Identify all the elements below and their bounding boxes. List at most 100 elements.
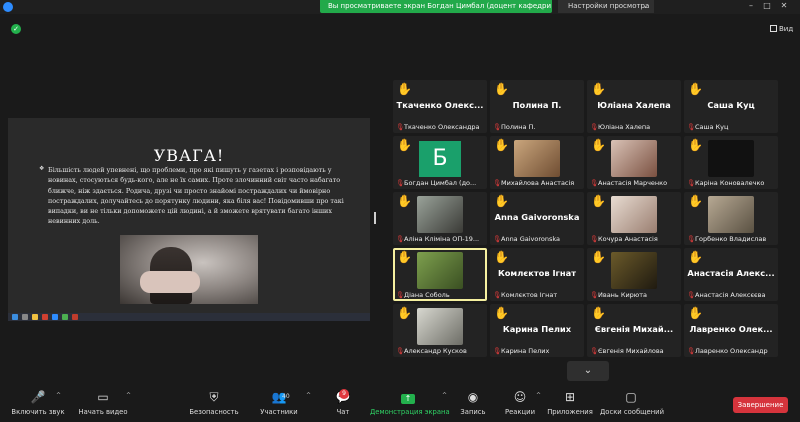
- raised-hand-icon: ✋: [494, 306, 509, 320]
- raised-hand-icon: ✋: [494, 194, 509, 208]
- participant-video: [708, 140, 754, 177]
- participant-tile[interactable]: ✋ 🎙 Діана Соболь: [393, 248, 487, 301]
- zoom-logo-icon: [3, 2, 13, 12]
- slide-title: УВАГА!: [153, 146, 225, 165]
- participant-tile[interactable]: Б ✋ 🎙 Богдан Цимбал (до...: [393, 136, 487, 189]
- start-video-label: Начать видео: [78, 408, 128, 416]
- participant-tile[interactable]: ✋ 🎙 Каріна Коновалечко: [684, 136, 778, 189]
- participant-display-name: Anna Gaivoronska: [494, 212, 580, 222]
- participant-name-label: Юліана Халепа: [598, 123, 651, 131]
- participant-name-label: Карина Пелих: [501, 347, 550, 355]
- sharing-banner: Вы просматриваете экран Богдан Цимбал (д…: [320, 0, 552, 13]
- whiteboard-label: Доски сообщений: [600, 408, 664, 416]
- raised-hand-icon: ✋: [591, 306, 606, 320]
- slide-photo: [120, 235, 258, 304]
- raised-hand-icon: ✋: [397, 82, 412, 96]
- participant-name-label: Аліна Кліміна ОП-19...: [404, 235, 480, 243]
- participant-tile[interactable]: ✋ Ткаченко Олекс... 🎙 Ткаченко Олександра: [393, 80, 487, 133]
- participant-display-name: Полина П.: [512, 100, 562, 110]
- bullet-icon: ❖: [39, 165, 45, 172]
- chevron-up-icon[interactable]: ^: [56, 392, 61, 399]
- participant-tile[interactable]: ✋ Карина Пелих 🎙 Карина Пелих: [490, 304, 584, 357]
- raised-hand-icon: ✋: [688, 306, 703, 320]
- participant-tile[interactable]: ✋ 🎙 Кочура Анастасія: [587, 192, 681, 245]
- participant-name-label: Анастасія Алексєєва: [695, 291, 766, 299]
- participant-tile[interactable]: ✋ 🎙 Ивань Кирюта: [587, 248, 681, 301]
- participant-display-name: Комлєктов Ігнат: [497, 268, 577, 278]
- record-icon: ◉: [467, 390, 479, 404]
- raised-hand-icon: ✋: [688, 82, 703, 96]
- participant-video: [708, 196, 754, 233]
- view-button[interactable]: Вид: [770, 25, 793, 33]
- participant-name-label: Анастасія Марченко: [598, 179, 668, 187]
- participant-display-name: Євгенія Михай...: [594, 324, 674, 334]
- participant-name-label: Кочура Анастасія: [598, 235, 658, 243]
- participant-tile[interactable]: ✋ 🎙 Горбенко Владислав: [684, 192, 778, 245]
- shield-icon[interactable]: ✓: [11, 24, 21, 34]
- raised-hand-icon: ✋: [397, 250, 412, 264]
- participant-video: [417, 308, 463, 345]
- apps-icon: ⊞: [564, 390, 576, 404]
- participant-count: 40: [282, 393, 290, 400]
- participant-tile[interactable]: ✋ Саша Куц 🎙 Саша Куц: [684, 80, 778, 133]
- unmute-button[interactable]: 🎤 Включить звук ^: [8, 386, 68, 422]
- participants-button[interactable]: 👥 40 Участники ^: [256, 386, 311, 422]
- participant-tile[interactable]: ✋ 🎙 Александр Кусков: [393, 304, 487, 357]
- participant-name-label: Каріна Коновалечко: [695, 179, 765, 187]
- chevron-up-icon[interactable]: ^: [442, 392, 447, 399]
- close-icon[interactable]: ✕: [777, 1, 791, 10]
- record-button[interactable]: ◉ Запись: [458, 386, 488, 422]
- participant-name-label: Александр Кусков: [404, 347, 467, 355]
- powerpoint-icon: [72, 314, 78, 320]
- expand-gallery-button[interactable]: ⌄: [567, 361, 609, 381]
- participant-tile[interactable]: ✋ 🎙 Аліна Кліміна ОП-19...: [393, 192, 487, 245]
- participant-name-label: Саша Куц: [695, 123, 729, 131]
- chat-button[interactable]: 💬 9 Чат: [330, 386, 356, 422]
- video-off-icon: ▭: [97, 390, 109, 404]
- participant-tile[interactable]: ✋ Євгенія Михай... 🎙 Євгенія Михайлова: [587, 304, 681, 357]
- participant-name-label: Полина П.: [501, 123, 536, 131]
- participant-tile[interactable]: ✋ 🎙 Анастасія Марченко: [587, 136, 681, 189]
- participant-tile[interactable]: ✋ Anna Gaivoronska 🎙 Anna Gaivoronska: [490, 192, 584, 245]
- chevron-up-icon[interactable]: ^: [126, 392, 131, 399]
- participant-tile[interactable]: ✋ Юліана Халепа 🎙 Юліана Халепа: [587, 80, 681, 133]
- apps-button[interactable]: ⊞ Приложения: [546, 386, 594, 422]
- participant-display-name: Анастасія Алекс...: [687, 268, 775, 278]
- zoom-icon: [52, 314, 58, 320]
- participant-tile[interactable]: ✋ 🎙 Михайлова Анастасія: [490, 136, 584, 189]
- app-icon: [42, 314, 48, 320]
- apps-label: Приложения: [547, 408, 593, 416]
- participant-tile[interactable]: ✋ Лавренко Олек... 🎙 Лавренко Олександр: [684, 304, 778, 357]
- participant-name-label: Ткаченко Олександра: [404, 123, 480, 131]
- maximize-icon[interactable]: □: [760, 1, 774, 10]
- chevron-up-icon[interactable]: ^: [536, 392, 541, 399]
- start-video-button[interactable]: ▭ Начать видео ^: [72, 386, 134, 422]
- participant-display-name: Юліана Халепа: [597, 100, 671, 110]
- share-screen-icon: ↑: [370, 386, 446, 408]
- shared-taskbar: [8, 313, 370, 321]
- raised-hand-icon: ✋: [591, 194, 606, 208]
- participant-tile[interactable]: ✋ Анастасія Алекс... 🎙 Анастасія Алексєєва: [684, 248, 778, 301]
- raised-hand-icon: ✋: [397, 306, 412, 320]
- reactions-button[interactable]: ☺ Реакции ^: [504, 386, 541, 422]
- whiteboard-button[interactable]: ▢ Доски сообщений: [600, 386, 664, 422]
- raised-hand-icon: ✋: [397, 194, 412, 208]
- raised-hand-icon: ✋: [591, 138, 606, 152]
- participant-name-label: Ивань Кирюта: [598, 291, 648, 299]
- raised-hand-icon: ✋: [688, 194, 703, 208]
- view-settings-button[interactable]: Настройки просмотра ⌄: [558, 0, 654, 13]
- participant-tile[interactable]: ✋ Полина П. 🎙 Полина П.: [490, 80, 584, 133]
- raised-hand-icon: ✋: [494, 138, 509, 152]
- participant-tile[interactable]: ✋ Комлєктов Ігнат 🎙 Комлєктов Ігнат: [490, 248, 584, 301]
- end-meeting-button[interactable]: Завершение: [733, 397, 788, 413]
- chevron-up-icon[interactable]: ^: [306, 392, 311, 399]
- reactions-icon: ☺: [513, 390, 527, 404]
- security-label: Безопасность: [189, 408, 239, 416]
- shield-icon: ⛨: [209, 390, 219, 404]
- security-button[interactable]: ⛨ Безопасность: [186, 386, 242, 422]
- share-screen-button[interactable]: ↑ Демонстрация экрана ^: [370, 386, 450, 422]
- minimize-icon[interactable]: –: [744, 1, 758, 10]
- split-divider[interactable]: [374, 212, 376, 224]
- search-icon: [22, 314, 28, 320]
- chat-label: Чат: [336, 408, 350, 416]
